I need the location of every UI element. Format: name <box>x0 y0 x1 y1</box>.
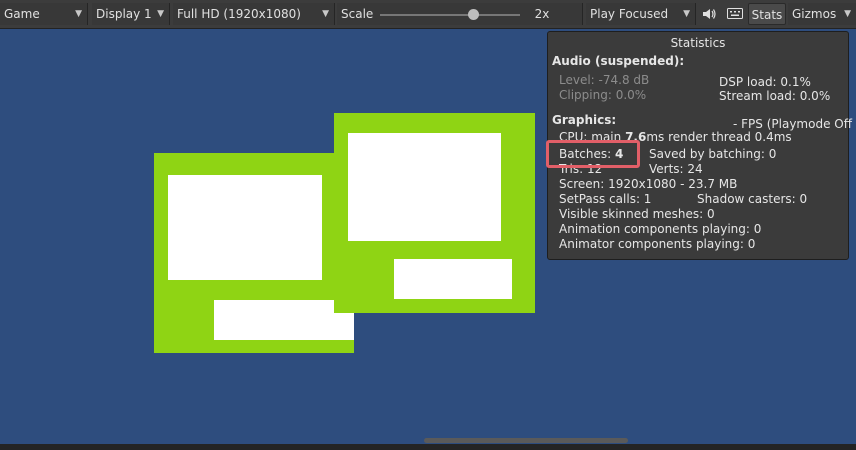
speaker-icon[interactable] <box>698 3 720 25</box>
play-mode-label: Play Focused <box>590 7 669 21</box>
audio-clipping: Clipping: 0.0% <box>559 88 647 102</box>
stream-load: Stream load: 0.0% <box>719 89 831 103</box>
white-rect-small-front <box>394 259 512 299</box>
gizmos-dropdown[interactable]: Gizmos ▼ <box>788 3 856 25</box>
white-rect-small-back <box>214 300 354 340</box>
display-dropdown[interactable]: Display 1 ▼ <box>92 3 170 25</box>
scale-label: Scale <box>341 7 374 21</box>
chevron-down-icon: ▼ <box>683 9 690 19</box>
resolution-dropdown[interactable]: Full HD (1920x1080) ▼ <box>173 3 335 25</box>
audio-level: Level: -74.8 dB <box>559 73 650 87</box>
graphics-header: Graphics: <box>552 113 617 127</box>
shadow-casters-readout: Shadow casters: 0 <box>697 192 808 206</box>
chevron-down-icon: ▼ <box>322 9 329 19</box>
bottom-border <box>0 444 856 450</box>
verts-readout: Verts: 24 <box>649 162 703 176</box>
scale-slider-track[interactable] <box>380 14 520 16</box>
resolution-label: Full HD (1920x1080) <box>177 7 301 21</box>
play-mode-dropdown[interactable]: Play Focused ▼ <box>586 3 696 25</box>
batches-highlight-box <box>546 140 640 168</box>
keyboard-icon[interactable] <box>724 3 746 25</box>
display-label: Display 1 <box>96 7 152 21</box>
gizmos-label: Gizmos <box>792 7 837 21</box>
dsp-load: DSP load: 0.1% <box>719 75 811 89</box>
saved-by-batching: Saved by batching: 0 <box>649 147 777 161</box>
view-mode-label: Game <box>4 7 40 21</box>
scale-slider-thumb[interactable] <box>468 9 479 20</box>
horizontal-scrollbar[interactable] <box>424 438 628 443</box>
skinned-meshes-readout: Visible skinned meshes: 0 <box>559 207 715 221</box>
audio-header: Audio (suspended): <box>552 54 685 68</box>
chevron-down-icon: ▼ <box>844 9 851 19</box>
animation-components-readout: Animation components playing: 0 <box>559 222 762 236</box>
setpass-readout: SetPass calls: 1 <box>559 192 652 206</box>
game-view-toolbar: Game ▼ Display 1 ▼ Full HD (1920x1080) ▼… <box>0 0 856 29</box>
fps-readout: - FPS (Playmode Off <box>733 117 852 131</box>
chevron-down-icon: ▼ <box>75 9 82 19</box>
cpu-rest: ms render thread 0.4ms <box>646 130 792 144</box>
statistics-title: Statistics <box>670 36 726 50</box>
chevron-down-icon: ▼ <box>157 9 164 19</box>
white-rect-large-front <box>348 133 501 241</box>
screen-readout: Screen: 1920x1080 - 23.7 MB <box>559 177 738 191</box>
stats-toggle-button[interactable]: Stats <box>748 3 786 25</box>
view-mode-dropdown[interactable]: Game ▼ <box>0 3 88 25</box>
white-rect-large-back <box>168 175 322 280</box>
animator-components-readout: Animator components playing: 0 <box>559 237 756 251</box>
scale-value: 2x <box>534 7 550 21</box>
